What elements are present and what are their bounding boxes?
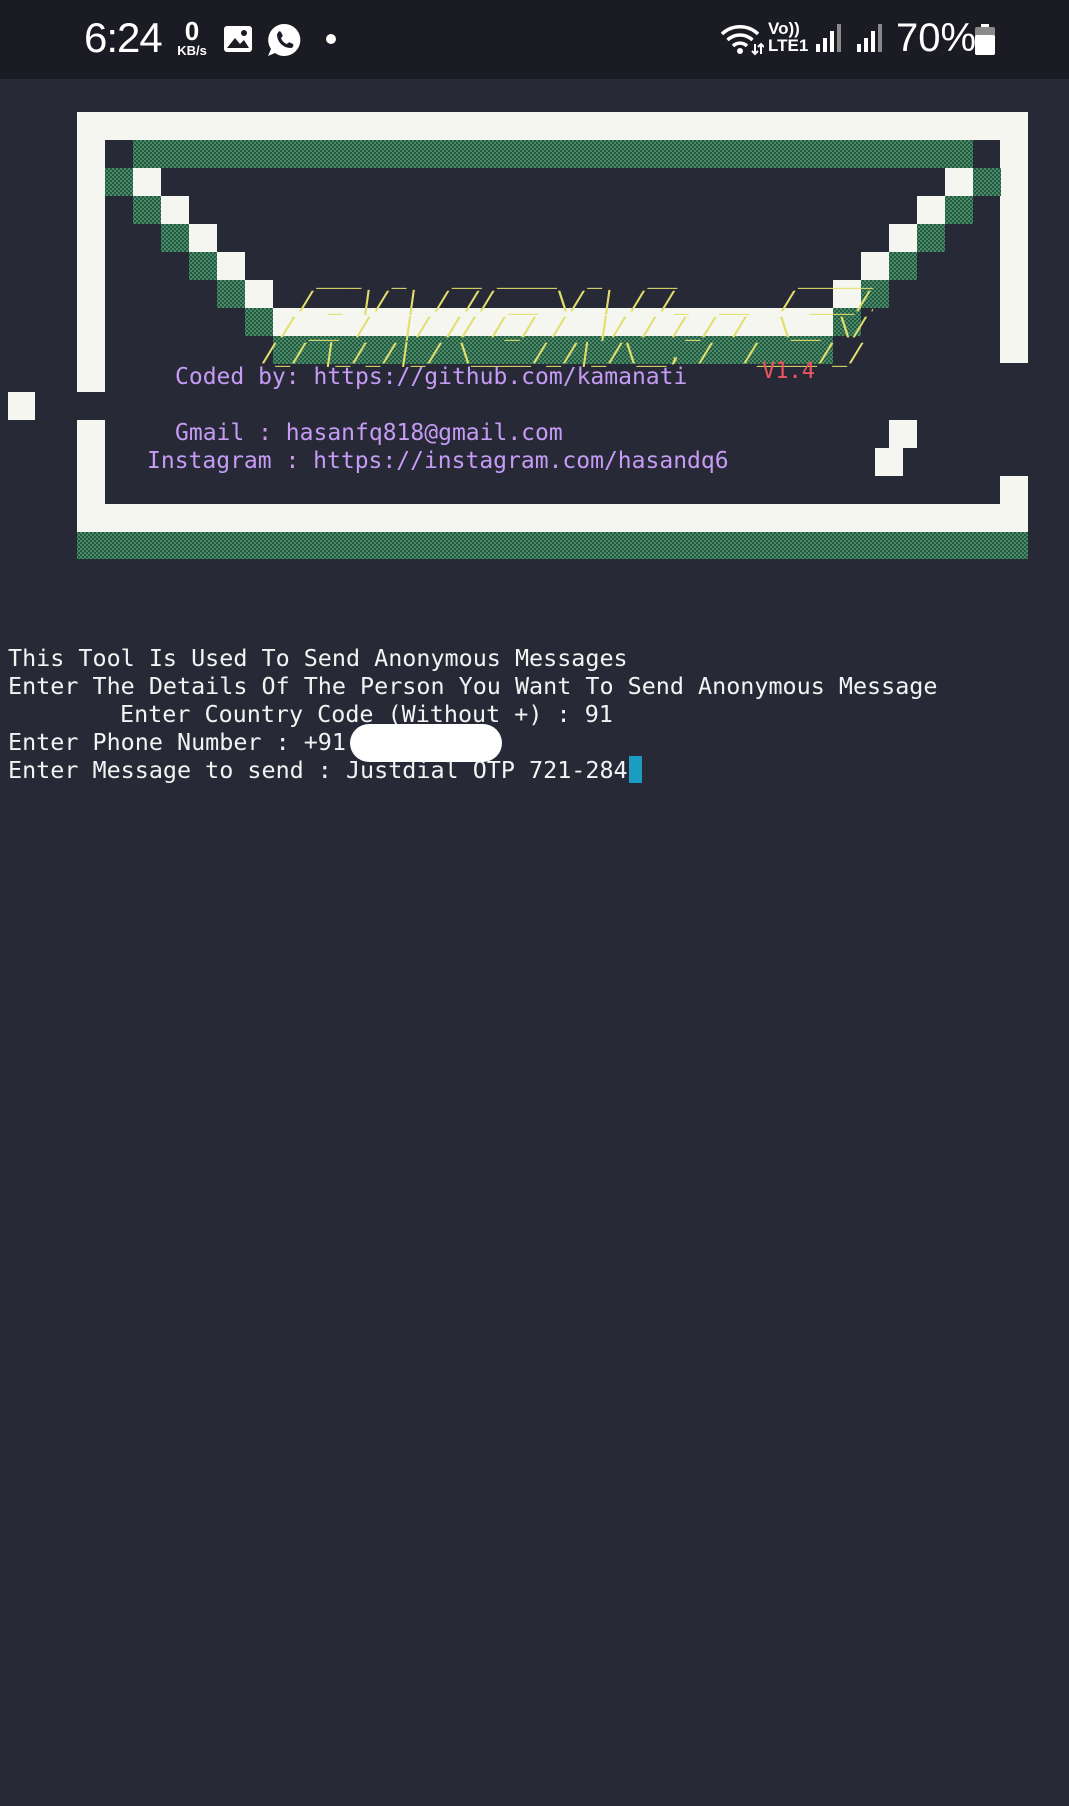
logo-line: / _ |/ | / // __ \/ | / /_ __ / ___// |/… (297, 286, 880, 315)
details-prompt: Enter The Details Of The Person You Want… (8, 672, 938, 700)
network-speed-unit: KB/s (177, 43, 207, 58)
wifi-icon (720, 25, 764, 56)
tool-description: This Tool Is Used To Send Anonymous Mess… (8, 644, 628, 672)
network-speed-value: 0 (184, 16, 200, 46)
network-speed: 0 KB/s (172, 18, 212, 57)
terminal-cursor (628, 756, 642, 783)
status-time: 6:24 (84, 14, 163, 61)
lte-label: LTE1 (768, 36, 809, 55)
battery-percentage: 70% (896, 16, 977, 60)
signal-icon (857, 24, 882, 52)
ascii-banner: ___ _ __ ____ _ __ _____ __ ___ _____ / … (0, 79, 1069, 559)
logo-line: / __ / |/ // /_/ / |/ / /_/ / \__ \/ /|_… (278, 312, 870, 341)
signal-icon (816, 24, 841, 52)
version-label: V1.4 (762, 359, 815, 384)
phone-number-prompt: Enter Phone Number : +91 (8, 728, 346, 756)
instagram-line: Instagram : https://instagram.com/hasand… (147, 448, 729, 474)
message-prompt: Enter Message to send : Justdial OTP 721… (8, 756, 628, 784)
gmail-line: Gmail : hasanfq818@gmail.com (175, 420, 563, 446)
volte-label: Vo)) (768, 19, 800, 38)
logo-line: ___ _ __ ____ _ __ _____ __ ___ _____ (316, 262, 878, 289)
status-bar: 6:24 0 KB/s Vo)) LTE1 70% (0, 0, 1069, 79)
notification-dot-icon (326, 34, 336, 44)
coded-by-line: Coded by: https://github.com/kamanati (175, 364, 688, 390)
anon-sms-logo: ___ _ __ ____ _ __ _____ __ ___ _____ / … (244, 262, 880, 372)
country-code-line: Enter Country Code (Without +) : 91 (8, 700, 613, 728)
volte-indicator: Vo)) LTE1 (768, 20, 808, 54)
termux-screen: 6:24 0 KB/s Vo)) LTE1 70% ___ _ __ ____ … (0, 0, 1069, 1806)
whatsapp-icon (268, 23, 301, 56)
battery-icon (975, 24, 995, 55)
message-input-line[interactable]: Enter Message to send : Justdial OTP 721… (8, 756, 642, 784)
gallery-icon (224, 26, 252, 52)
